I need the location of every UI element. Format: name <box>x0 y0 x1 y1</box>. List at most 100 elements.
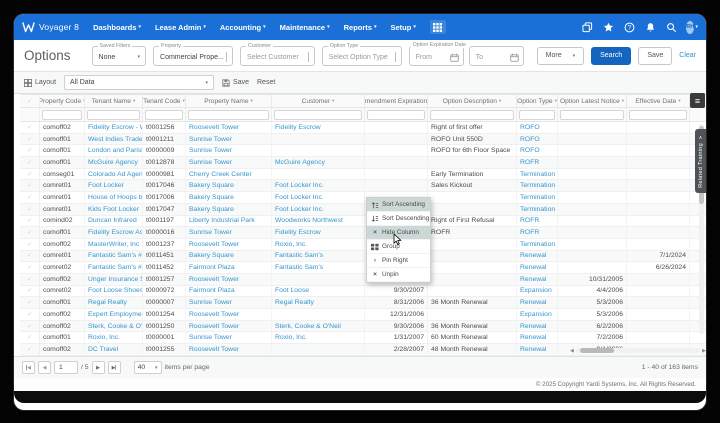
last-page-button[interactable]: ▶ <box>108 361 121 374</box>
cell-customer[interactable]: Roxio, Inc. <box>272 239 365 250</box>
cell-tenant_name[interactable]: House of Hoops by F... <box>85 192 143 203</box>
nav-menu-setup[interactable]: Setup▾ <box>390 23 415 32</box>
row-checkbox[interactable]: ✓ <box>20 262 40 273</box>
cell-property_name[interactable]: Bakery Square <box>186 192 272 203</box>
row-checkbox[interactable]: ✓ <box>20 169 40 180</box>
table-row[interactable]: ✓comoff01McGuire Agencyt0012878Sunrise T… <box>20 157 706 169</box>
search-button[interactable]: Search <box>591 47 631 65</box>
apps-grid-icon[interactable] <box>430 20 446 34</box>
table-row[interactable]: ✓comoff02MasterWriter, Inct0001237Roosev… <box>20 239 706 251</box>
menu-item-hide-column[interactable]: ×Hide Column <box>367 226 430 240</box>
row-checkbox[interactable]: ✓ <box>20 297 40 308</box>
column-filter-customer[interactable] <box>272 108 365 121</box>
cell-property_name[interactable]: Bakery Square <box>186 204 272 215</box>
row-checkbox[interactable]: ✓ <box>20 157 40 168</box>
column-filter-option_type[interactable] <box>517 108 558 121</box>
nav-menu-lease-admin[interactable]: Lease Admin▾ <box>155 23 206 32</box>
cell-property_name[interactable]: Sunrise Tower <box>186 227 272 238</box>
cell-tenant_name[interactable]: Kids Foot Locker <box>85 204 143 215</box>
column-filter-input[interactable] <box>87 110 140 120</box>
cell-property_name[interactable]: Bakery Square <box>186 180 272 191</box>
scroll-right-icon[interactable]: ▶ <box>702 348 706 354</box>
horizontal-scrollbar-track[interactable] <box>576 348 700 353</box>
cell-tenant_name[interactable]: Colorado Ad Agency <box>85 169 143 180</box>
table-row[interactable]: ✓comoff02Expert Employment ...t0001254Ro… <box>20 309 706 321</box>
search-icon[interactable] <box>665 21 677 33</box>
table-row[interactable]: ✓comoff01Roxio, Inc.t0000001Sunrise Towe… <box>20 332 706 344</box>
cell-option_type[interactable]: Termination <box>517 204 558 215</box>
cell-property_name[interactable]: Sunrise Tower <box>186 145 272 156</box>
column-header-amendment_expiration[interactable]: Amendment Expiration▾ <box>365 95 428 107</box>
column-header-property_name[interactable]: Property Name▾ <box>186 95 272 107</box>
cell-property_name[interactable]: Sunrise Tower <box>186 157 272 168</box>
column-header-property_code[interactable]: Property Code▾ <box>40 95 85 107</box>
table-row[interactable]: ✓comoff01West Indies Tradet0001211Sunris… <box>20 134 706 146</box>
row-checkbox[interactable]: ✓ <box>20 180 40 191</box>
cell-customer[interactable]: Foot Locker Inc. <box>272 192 365 203</box>
column-filter-option_description[interactable] <box>428 108 517 121</box>
first-page-button[interactable]: ◀ <box>22 361 35 374</box>
chevron-down-icon[interactable]: ▾ <box>251 98 253 104</box>
menu-item-sort-ascending[interactable]: Sort Ascending <box>367 198 430 212</box>
chevron-down-icon[interactable]: ▾ <box>678 98 680 104</box>
row-checkbox[interactable]: ✓ <box>20 239 40 250</box>
table-row[interactable]: ✓comret01House of Hoops by F...t0017006B… <box>20 192 706 204</box>
row-checkbox[interactable]: ✓ <box>20 321 40 332</box>
cell-customer[interactable]: Foot Locker Inc. <box>272 180 365 191</box>
cell-option_type[interactable]: Renewal <box>517 344 558 355</box>
column-filter-effective_date[interactable] <box>627 108 690 121</box>
table-row[interactable]: ✓comind02Duncan Infraredt0001197Liberty … <box>20 216 706 228</box>
cell-property_name[interactable]: Sunrise Tower <box>186 134 272 145</box>
column-filter-input[interactable] <box>367 110 425 120</box>
row-checkbox[interactable]: ✓ <box>20 227 40 238</box>
column-header-tenant_name[interactable]: Tenant Name▾ <box>85 95 143 107</box>
cell-tenant_name[interactable]: Expert Employment ... <box>85 309 143 320</box>
nav-menu-maintenance[interactable]: Maintenance▾ <box>280 23 330 32</box>
option-type-input[interactable]: Option Type Select Option Type <box>322 46 402 66</box>
user-avatar[interactable]: RH▾ <box>686 21 698 33</box>
cell-tenant_name[interactable]: Fidelity Escrow Asso... <box>85 227 143 238</box>
column-filter-tenant_code[interactable] <box>143 108 186 121</box>
cell-customer[interactable]: Fidelity Escrow <box>272 122 365 133</box>
chevron-down-icon[interactable]: ▾ <box>622 98 624 104</box>
cell-tenant_name[interactable]: London and Parish, ... <box>85 145 143 156</box>
column-header-option_type[interactable]: Option Type▾ <box>517 95 558 107</box>
column-filter-input[interactable] <box>42 110 82 120</box>
horizontal-scrollbar[interactable]: ◀ ▶ <box>570 347 706 354</box>
chevron-down-icon[interactable]: ▾ <box>183 98 185 104</box>
expiration-to-input[interactable]: To <box>469 46 524 66</box>
cell-property_name[interactable]: Roosevelt Tower <box>186 344 272 355</box>
voyager-logo[interactable]: Voyager 8 <box>22 22 79 33</box>
cell-property_name[interactable]: Roosevelt Tower <box>186 239 272 250</box>
cell-option_type[interactable]: Renewal <box>517 321 558 332</box>
prev-page-button[interactable]: ◀ <box>38 361 51 374</box>
column-filter-input[interactable] <box>274 110 362 120</box>
table-row[interactable]: ✓comret01Kids Foot Lockert0017047Bakery … <box>20 204 706 216</box>
column-filter-input[interactable] <box>519 110 555 120</box>
cell-property_name[interactable]: Fairmont Plaza <box>186 262 272 273</box>
cell-option_type[interactable]: ROFR <box>517 227 558 238</box>
window-copy-icon[interactable] <box>581 21 593 33</box>
page-size-select[interactable]: 40 ▾ <box>134 361 162 374</box>
cell-customer[interactable] <box>272 344 365 355</box>
cell-tenant_name[interactable]: West Indies Trade <box>85 134 143 145</box>
column-header-tenant_code[interactable]: Tenant Code▾ <box>143 95 186 107</box>
star-icon[interactable] <box>602 21 614 33</box>
saved-filters-select[interactable]: Saved Filters None ▾ <box>92 46 147 66</box>
bell-icon[interactable] <box>644 21 656 33</box>
cell-option_type[interactable]: Renewal <box>517 332 558 343</box>
cell-customer[interactable]: Roxio, Inc. <box>272 332 365 343</box>
calendar-icon[interactable] <box>450 53 459 62</box>
column-filter-property_code[interactable] <box>40 108 85 121</box>
cell-option_type[interactable]: Expansion <box>517 309 558 320</box>
chevron-down-icon[interactable]: ▾ <box>555 98 557 104</box>
cell-property_name[interactable]: Roosevelt Tower <box>186 122 272 133</box>
save-button[interactable]: Save <box>638 47 672 65</box>
column-filter-input[interactable] <box>430 110 514 120</box>
row-checkbox[interactable]: ✓ <box>20 286 40 297</box>
table-row[interactable]: ✓comoff01Fidelity Escrow Asso...t0000016… <box>20 227 706 239</box>
nav-menu-accounting[interactable]: Accounting▾ <box>220 23 266 32</box>
column-header-effective_date[interactable]: Effective Date▾ <box>627 95 690 107</box>
cell-option_type[interactable]: Renewal <box>517 251 558 262</box>
cell-tenant_name[interactable]: Fidelity Escrow - Wa... <box>85 122 143 133</box>
